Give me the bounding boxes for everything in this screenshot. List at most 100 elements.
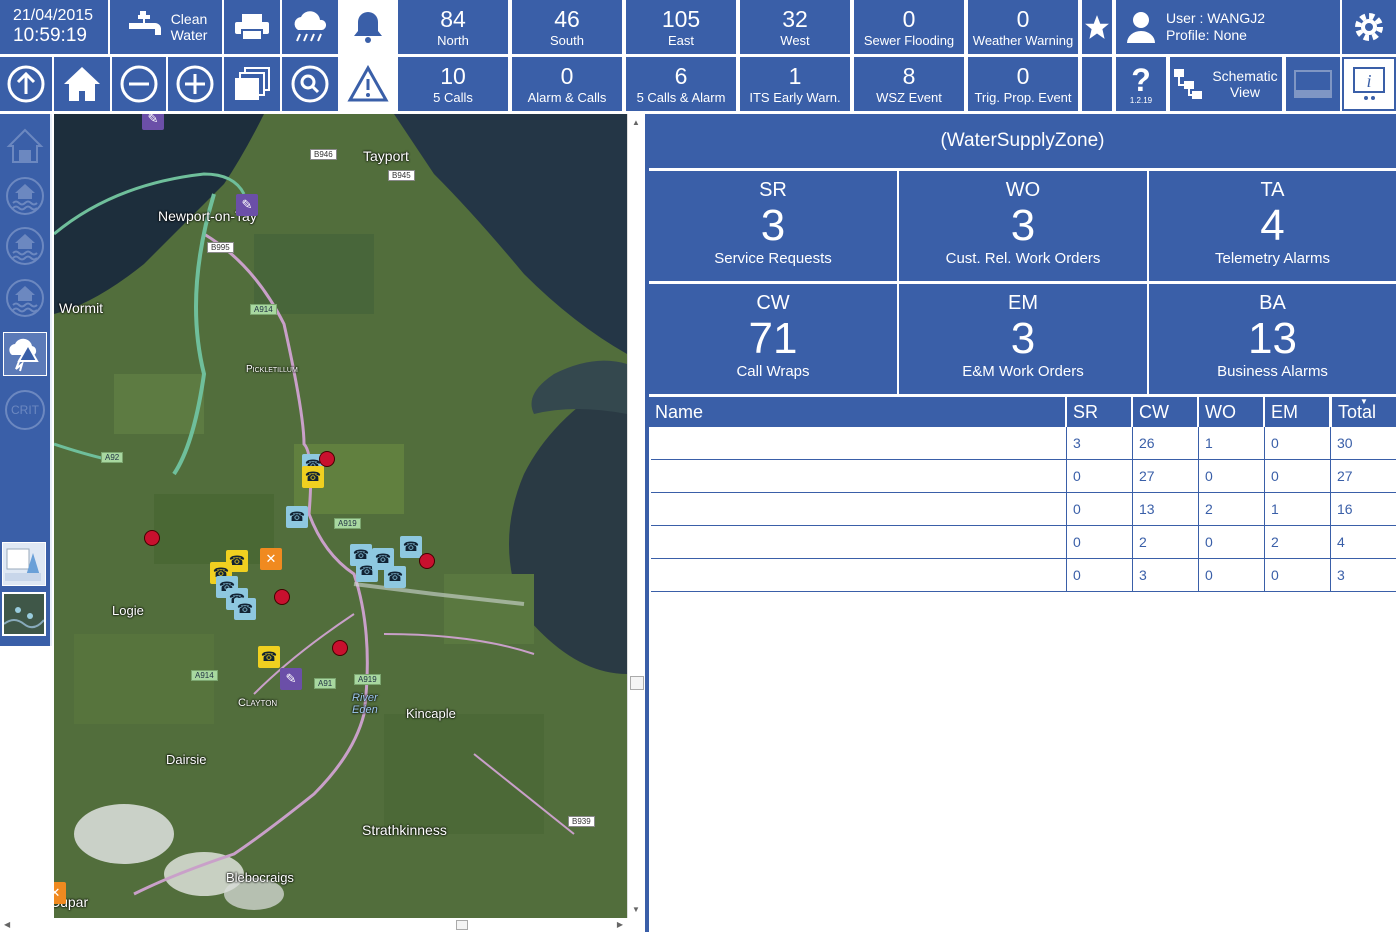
scroll-left-arrow[interactable]: ◀ bbox=[4, 920, 10, 929]
summary-em[interactable]: EM 3 E&M Work Orders bbox=[899, 284, 1147, 394]
phone-call-marker[interactable]: ☎ bbox=[384, 566, 406, 588]
count-south[interactable]: 46 South bbox=[512, 0, 622, 54]
house-flood-icon bbox=[6, 227, 44, 265]
phone-call-marker[interactable]: ☎ bbox=[234, 598, 256, 620]
print-button[interactable] bbox=[224, 0, 280, 54]
alarm-dot-marker[interactable] bbox=[274, 589, 290, 605]
cell-name bbox=[651, 493, 1067, 526]
map-label-wormit: Wormit bbox=[59, 300, 104, 316]
sidebar-crit-filter[interactable]: CRIT bbox=[3, 388, 47, 432]
version-text: 1.2.19 bbox=[1129, 95, 1153, 105]
blank-tile bbox=[1082, 57, 1112, 111]
search-button[interactable] bbox=[282, 57, 338, 111]
sidebar-flood-2[interactable] bbox=[3, 224, 47, 268]
settings-button[interactable] bbox=[1342, 0, 1396, 54]
column-header-em[interactable]: EM bbox=[1265, 397, 1329, 427]
column-header-name[interactable]: Name bbox=[649, 397, 1065, 427]
alarm-dot-marker[interactable] bbox=[319, 451, 335, 467]
help-button[interactable]: ? 1.2.19 bbox=[1116, 57, 1166, 111]
map-vertical-scrollbar[interactable]: ▲ ▼ bbox=[627, 114, 645, 918]
scroll-up-arrow[interactable]: ▲ bbox=[632, 118, 640, 127]
map-label-logie: Logie bbox=[112, 603, 144, 618]
phone-call-marker[interactable]: ☎ bbox=[400, 536, 422, 558]
up-button[interactable] bbox=[0, 57, 52, 111]
column-header-cw[interactable]: CW bbox=[1133, 397, 1197, 427]
count-5-calls-alarm[interactable]: 65 Calls & Alarm bbox=[626, 57, 736, 111]
column-header-sr[interactable]: SR bbox=[1067, 397, 1131, 427]
map-label-pickletillum: Pickletillum bbox=[246, 364, 298, 375]
user-profile[interactable]: User : WANGJ2 Profile: None bbox=[1116, 0, 1340, 54]
count-east[interactable]: 105 East bbox=[626, 0, 736, 54]
column-header-wo[interactable]: WO bbox=[1199, 397, 1263, 427]
service-clean-water-button[interactable]: Clean Water bbox=[110, 0, 222, 54]
cell-cw: 3 bbox=[1133, 559, 1199, 592]
summary-ba[interactable]: BA 13 Business Alarms bbox=[1149, 284, 1396, 394]
service-label: Clean Water bbox=[170, 11, 208, 43]
count-its-early-warn[interactable]: 1 ITS Early Warn. bbox=[740, 57, 850, 111]
count-north[interactable]: 84 North bbox=[398, 0, 508, 54]
map-view[interactable]: Tayport Newport-on-Tay Wormit Pickletill… bbox=[54, 114, 627, 918]
user-icon bbox=[1127, 12, 1155, 43]
count-wsz-event[interactable]: 8 WSZ Event bbox=[854, 57, 964, 111]
cell-em: 2 bbox=[1265, 526, 1331, 559]
thumbnail-map[interactable] bbox=[2, 592, 46, 636]
count-trig-prop-event[interactable]: 0 Trig. Prop. Event bbox=[968, 57, 1078, 111]
summary-wo[interactable]: WO 3 Cust. Rel. Work Orders bbox=[899, 171, 1147, 281]
schematic-view-button[interactable]: Schematic View bbox=[1170, 57, 1282, 111]
window-icon bbox=[1294, 70, 1332, 98]
zoom-in-button[interactable] bbox=[168, 57, 222, 111]
alerts-button[interactable] bbox=[340, 57, 396, 111]
layers-button[interactable] bbox=[224, 57, 280, 111]
thumbnail-schematic[interactable] bbox=[2, 542, 46, 586]
weather-button[interactable] bbox=[282, 0, 338, 54]
cell-cw: 2 bbox=[1133, 526, 1199, 559]
road-tag: A91 bbox=[314, 678, 337, 689]
alarm-dot-marker[interactable] bbox=[144, 530, 160, 546]
cell-total: 3 bbox=[1331, 559, 1396, 592]
map-horizontal-scrollbar[interactable]: ◀ ▶ bbox=[0, 918, 627, 932]
tools-marker[interactable]: ✕ bbox=[54, 882, 66, 904]
home-button[interactable] bbox=[54, 57, 110, 111]
tools-marker[interactable]: ✕ bbox=[260, 548, 282, 570]
map-label-kincaple: Kincaple bbox=[406, 706, 456, 721]
sort-desc-icon: ▼ bbox=[1360, 397, 1368, 406]
notifications-button[interactable] bbox=[340, 0, 396, 54]
search-icon bbox=[291, 65, 329, 103]
summary-ta[interactable]: TA 4 Telemetry Alarms bbox=[1149, 171, 1396, 281]
work-order-marker[interactable]: ✎ bbox=[236, 194, 258, 216]
favourite-button[interactable] bbox=[1082, 0, 1112, 54]
map-label-river-eden: River Eden bbox=[352, 692, 378, 716]
schematic-icon bbox=[1174, 69, 1202, 99]
scroll-down-arrow[interactable]: ▼ bbox=[632, 905, 640, 914]
work-order-marker[interactable]: ✎ bbox=[280, 668, 302, 690]
count-west[interactable]: 32 West bbox=[740, 0, 850, 54]
count-weather-warning[interactable]: 0 Weather Warning bbox=[968, 0, 1078, 54]
scroll-thumb[interactable] bbox=[456, 920, 468, 930]
date-text: 21/04/2015 bbox=[13, 7, 94, 24]
warning-icon bbox=[347, 65, 389, 102]
panel-toggle-button[interactable] bbox=[1286, 57, 1340, 111]
sidebar-home-filter[interactable] bbox=[3, 124, 47, 168]
phone-call-marker[interactable]: ☎ bbox=[258, 646, 280, 668]
sidebar-flood-1[interactable] bbox=[3, 174, 47, 218]
tap-icon bbox=[128, 11, 161, 35]
sidebar-weather-alert[interactable] bbox=[3, 332, 47, 376]
summary-cw[interactable]: CW 71 Call Wraps bbox=[649, 284, 897, 394]
count-alarm-calls[interactable]: 0 Alarm & Calls bbox=[512, 57, 622, 111]
phone-call-marker[interactable]: ☎ bbox=[302, 466, 324, 488]
count-sewer-flooding[interactable]: 0 Sewer Flooding bbox=[854, 0, 964, 54]
alarm-dot-marker[interactable] bbox=[332, 640, 348, 656]
cell-total: 16 bbox=[1331, 493, 1396, 526]
scroll-right-arrow[interactable]: ▶ bbox=[617, 920, 623, 929]
count-5-calls[interactable]: 10 5 Calls bbox=[398, 57, 508, 111]
road-tag: A919 bbox=[334, 518, 361, 529]
windows-stack-icon bbox=[235, 67, 270, 100]
scroll-thumb[interactable] bbox=[630, 676, 644, 690]
zoom-out-button[interactable] bbox=[112, 57, 166, 111]
phone-call-marker[interactable]: ☎ bbox=[286, 506, 308, 528]
work-order-marker[interactable]: ✎ bbox=[142, 114, 164, 130]
sidebar-flood-3[interactable] bbox=[3, 276, 47, 320]
info-button[interactable]: i bbox=[1342, 57, 1396, 111]
summary-sr[interactable]: SR 3 Service Requests bbox=[649, 171, 897, 281]
alarm-dot-marker[interactable] bbox=[419, 553, 435, 569]
